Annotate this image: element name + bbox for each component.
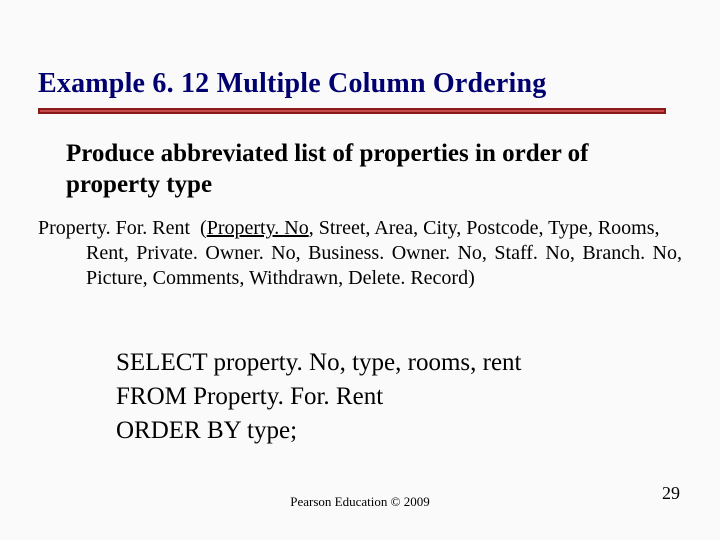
schema-attrs-cont: Rent, Private. Owner. No, Business. Owne…	[38, 241, 682, 291]
primary-key: Property. No	[207, 217, 309, 239]
footer-copyright: Pearson Education © 2009	[0, 494, 720, 510]
sql-block: SELECT property. No, type, rooms, rent F…	[116, 346, 522, 447]
slide-subtitle: Produce abbreviated list of properties i…	[66, 138, 660, 201]
sql-line-1: SELECT property. No, type, rooms, rent	[116, 349, 522, 376]
schema-attrs-line1: , Street, Area, City, Postcode, Type, Ro…	[309, 217, 660, 239]
title-rule-inner	[40, 110, 664, 112]
relation-name: Property. For. Rent	[38, 217, 190, 239]
sql-line-3: ORDER BY type;	[116, 417, 297, 444]
page-number: 29	[662, 483, 680, 504]
schema-definition: Property. For. Rent (Property. No, Stree…	[38, 216, 682, 291]
slide-title: Example 6. 12 Multiple Column Ordering	[38, 68, 547, 100]
slide: Example 6. 12 Multiple Column Ordering P…	[0, 0, 720, 540]
sql-line-2: FROM Property. For. Rent	[116, 383, 383, 410]
